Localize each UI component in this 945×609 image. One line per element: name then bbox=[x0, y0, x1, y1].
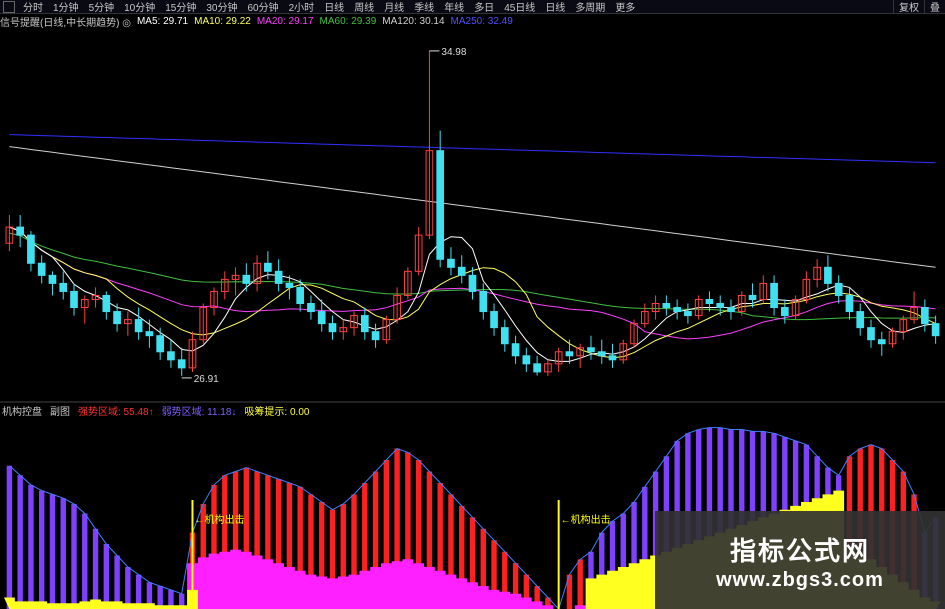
candle-body bbox=[490, 311, 498, 329]
candle-body bbox=[468, 274, 477, 292]
ma250-line bbox=[9, 134, 936, 164]
candle-body bbox=[565, 351, 574, 357]
annotations: 34.98 26.91 bbox=[181, 47, 467, 385]
candle-body bbox=[371, 331, 380, 341]
candlesticks bbox=[5, 50, 940, 376]
candle-body bbox=[177, 359, 186, 369]
candle-body bbox=[856, 311, 865, 329]
candle-body bbox=[748, 294, 757, 300]
low-label: 26.91 bbox=[194, 374, 219, 385]
watermark-title: 指标公式网 bbox=[729, 536, 870, 566]
candle-body bbox=[511, 343, 520, 357]
signal-label: ←机构出击 bbox=[194, 513, 244, 526]
candle-body bbox=[307, 303, 315, 313]
candle-body bbox=[102, 294, 111, 313]
candle-body bbox=[70, 290, 78, 309]
candle-body bbox=[727, 307, 735, 313]
candle-body bbox=[264, 262, 272, 272]
watermark: 指标公式网 www.zbgs3.com bbox=[655, 511, 945, 609]
candle-body bbox=[156, 335, 165, 353]
candle-body bbox=[824, 266, 832, 284]
candle-body bbox=[834, 282, 843, 296]
candle-body bbox=[522, 355, 531, 365]
candle-body bbox=[285, 282, 294, 288]
candle-body bbox=[37, 262, 46, 276]
indicator-legend: 机构控盘 副图 强势区域: 55.48↑ 弱势区域: 11.18↓ 吸筹提示: … bbox=[2, 403, 317, 418]
candle-body bbox=[662, 303, 671, 309]
candle-body bbox=[16, 226, 24, 236]
high-label: 34.98 bbox=[441, 47, 466, 58]
candle-body bbox=[587, 347, 595, 353]
candle-body bbox=[145, 331, 154, 337]
candle-body bbox=[317, 311, 326, 325]
candle-body bbox=[684, 311, 692, 317]
candle-body bbox=[296, 286, 305, 305]
indicator-name[interactable]: 机构控盘 bbox=[2, 403, 42, 418]
candle-body bbox=[500, 327, 509, 345]
candle-body bbox=[457, 266, 466, 276]
strong-zone-value: 强势区域: 55.48↑ bbox=[78, 406, 154, 418]
candle-body bbox=[608, 355, 617, 361]
candle-body bbox=[360, 315, 369, 333]
candle-body bbox=[134, 319, 143, 333]
weak-zone-value: 弱势区域: 11.18↓ bbox=[161, 406, 237, 418]
candle-body bbox=[533, 363, 541, 373]
candle-body bbox=[705, 298, 714, 305]
candle-body bbox=[867, 327, 875, 341]
candle-body bbox=[673, 307, 681, 313]
candle-body bbox=[59, 282, 68, 292]
candle-body bbox=[436, 150, 445, 260]
candle-body bbox=[931, 323, 940, 337]
candle-body bbox=[274, 270, 283, 284]
moving-averages bbox=[9, 134, 936, 362]
candle-body bbox=[597, 351, 606, 357]
watermark-url: www.zbgs3.com bbox=[716, 569, 884, 591]
candle-body bbox=[877, 339, 886, 345]
candle-body bbox=[921, 307, 929, 325]
candle-body bbox=[447, 258, 455, 268]
candle-body bbox=[770, 282, 778, 309]
candle-body bbox=[479, 290, 488, 313]
candle-body bbox=[27, 234, 35, 264]
indicator-sub: 副图 bbox=[50, 406, 70, 418]
accumulate-value: 吸筹提示: 0.00 bbox=[244, 406, 310, 418]
candle-body bbox=[780, 307, 789, 317]
candle-body bbox=[328, 323, 337, 333]
candle-body bbox=[716, 303, 725, 309]
candle-body bbox=[167, 351, 175, 361]
candle-body bbox=[242, 274, 251, 284]
candle-body bbox=[48, 274, 57, 284]
candle-body bbox=[113, 311, 121, 325]
signal-label: ←机构出击 bbox=[561, 513, 611, 526]
candle-body bbox=[845, 294, 854, 313]
